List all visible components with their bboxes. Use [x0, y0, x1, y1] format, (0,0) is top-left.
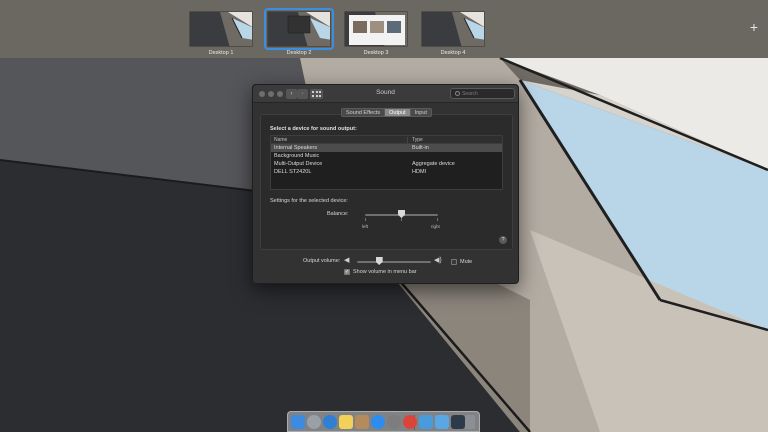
device-name: Internal Speakers [274, 145, 318, 151]
balance-slider-thumb[interactable] [398, 210, 405, 218]
tab-output[interactable]: Output [384, 108, 410, 117]
zoom-window-button[interactable] [277, 91, 283, 97]
space-desktop-1[interactable]: Desktop 1 [189, 11, 253, 56]
search-field[interactable]: Search [450, 88, 515, 99]
finder-icon[interactable] [291, 415, 305, 429]
tab-input[interactable]: Input [409, 108, 432, 117]
settings-label: Settings for the selected device: [270, 198, 348, 204]
device-type: Aggregate device [412, 161, 455, 167]
safari-icon[interactable] [323, 415, 337, 429]
table-row[interactable]: Multi-Output Device Aggregate device [271, 160, 502, 168]
tab-sound-effects[interactable]: Sound Effects [341, 108, 385, 117]
trash-icon[interactable] [465, 415, 475, 429]
balance-left-label: left [362, 224, 369, 229]
tab-bar: Sound Effects Output Input [341, 108, 432, 117]
device-name: Multi-Output Device [274, 161, 323, 167]
show-volume-in-menu-bar-checkbox[interactable]: ✓ [344, 269, 350, 275]
device-type: Built-in [412, 145, 429, 151]
add-space-button[interactable]: + [747, 20, 761, 34]
space-thumbnail [189, 11, 253, 47]
close-window-button[interactable] [259, 91, 265, 97]
search-icon [455, 91, 460, 96]
mission-control-spaces-bar: Desktop 1 Desktop 2 Desktop 3 Desktop 4 … [0, 0, 768, 58]
help-button[interactable]: ? [499, 236, 507, 244]
system-preferences-icon[interactable] [387, 415, 401, 429]
monitor-icon[interactable] [451, 415, 465, 429]
documents-folder-icon[interactable] [435, 415, 449, 429]
space-label: Desktop 1 [208, 50, 234, 56]
output-device-table: Name Type Internal Speakers Built-in Bac… [270, 135, 503, 190]
device-name: Background Music [274, 153, 320, 159]
space-thumbnail [421, 11, 485, 47]
search-placeholder: Search [462, 90, 478, 97]
show-volume-label: Show volume in menu bar [353, 269, 417, 275]
dock [287, 411, 480, 432]
space-desktop-4[interactable]: Desktop 4 [421, 11, 485, 56]
table-row[interactable]: DELL ST2420L HDMI [271, 168, 502, 176]
mute-label: Mute [460, 259, 473, 265]
table-row[interactable]: Internal Speakers Built-in [271, 144, 502, 152]
balance-right-label: right [431, 224, 440, 229]
output-heading: Select a device for sound output: [270, 126, 357, 132]
space-label: Desktop 2 [286, 50, 312, 56]
forward-button[interactable]: › [297, 89, 308, 99]
chrome-icon[interactable] [403, 415, 417, 429]
space-thumbnail [344, 11, 408, 47]
column-header-type[interactable]: Type [412, 137, 423, 143]
volume-slider-thumb[interactable] [375, 257, 383, 265]
balance-label: Balance: [327, 211, 349, 217]
title-bar: ‹ › Sound Search [253, 85, 518, 103]
mute-checkbox[interactable] [451, 259, 457, 265]
app-store-icon[interactable] [371, 415, 385, 429]
contacts-icon[interactable] [355, 415, 369, 429]
device-type: HDMI [412, 169, 427, 175]
table-row[interactable]: Background Music [271, 152, 502, 160]
volume-slider-track [357, 261, 431, 263]
table-header: Name Type [271, 136, 502, 145]
space-label: Desktop 4 [440, 50, 466, 56]
speaker-low-icon: ◀ [344, 257, 350, 264]
space-label: Desktop 3 [363, 50, 389, 56]
space-desktop-2[interactable]: Desktop 2 [264, 8, 334, 56]
launchpad-icon[interactable] [307, 415, 321, 429]
applications-folder-icon[interactable] [419, 415, 433, 429]
back-button[interactable]: ‹ [286, 89, 297, 99]
sound-preferences-window: ‹ › Sound Search Select a device for sou… [252, 84, 519, 284]
column-header-name[interactable]: Name [274, 137, 287, 143]
output-panel: Select a device for sound output: Name T… [260, 114, 513, 250]
minimize-window-button[interactable] [268, 91, 274, 97]
space-thumbnail [264, 8, 334, 50]
device-name: DELL ST2420L [274, 169, 312, 175]
window-title: Sound [376, 89, 395, 96]
output-volume-label: Output volume: [303, 258, 341, 264]
show-all-grid-icon[interactable] [310, 89, 323, 99]
space-desktop-3[interactable]: Desktop 3 [344, 11, 408, 56]
notes-icon[interactable] [339, 415, 353, 429]
speaker-high-icon: ◀) [434, 257, 442, 264]
